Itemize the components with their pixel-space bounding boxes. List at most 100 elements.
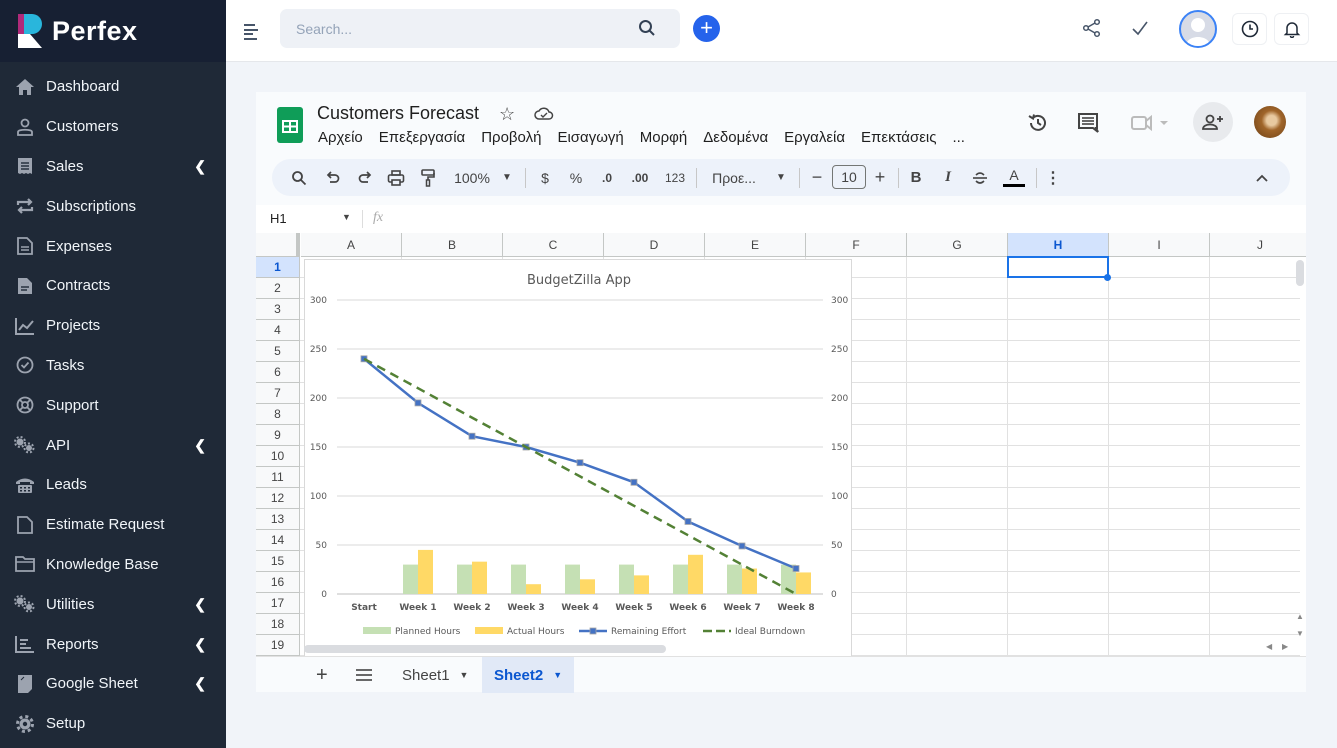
column-header-f[interactable]: F — [806, 233, 907, 257]
cell-grid[interactable]: A B C D E F G H I J 1 2 3 4 5 6 7 8 9 10 11 12 13 14 15 16 17 18 19 B… — [256, 233, 1306, 656]
print-icon[interactable] — [385, 159, 407, 196]
row-header[interactable]: 6 — [256, 362, 300, 383]
more-formats-button[interactable]: 123 — [663, 159, 687, 196]
scroll-up-icon[interactable]: ▲ — [1296, 612, 1304, 621]
sidebar-item-knowledge-base[interactable]: Knowledge Base — [0, 545, 226, 585]
sidebar-item-subscriptions[interactable]: Subscriptions — [0, 186, 226, 226]
font-dropdown-icon[interactable]: ▼ — [774, 159, 788, 196]
row-header[interactable]: 18 — [256, 614, 300, 635]
search-input[interactable] — [280, 9, 680, 48]
select-all-corner[interactable] — [256, 233, 300, 257]
column-header-c[interactable]: C — [503, 233, 604, 257]
share-icon[interactable] — [1082, 18, 1102, 38]
star-icon[interactable]: ☆ — [499, 104, 515, 125]
scroll-right-icon[interactable]: ▶ — [1282, 642, 1288, 651]
more-options-icon[interactable]: ⋮ — [1045, 159, 1061, 196]
row-header[interactable]: 9 — [256, 425, 300, 446]
sidebar-item-sales[interactable]: Sales ❮ — [0, 147, 226, 187]
search-menus-icon[interactable] — [288, 159, 310, 196]
user-avatar[interactable] — [1179, 10, 1217, 48]
sidebar-item-dashboard[interactable]: Dashboard — [0, 67, 226, 107]
row-header[interactable]: 5 — [256, 341, 300, 362]
undo-icon[interactable] — [322, 159, 344, 196]
share-button[interactable] — [1193, 102, 1233, 142]
meet-video-icon[interactable] — [1130, 112, 1172, 134]
menu-item[interactable]: Επεκτάσεις — [861, 129, 936, 146]
menu-item[interactable]: Αρχείο — [318, 129, 363, 146]
font-size-input[interactable]: 10 — [832, 165, 866, 189]
row-header[interactable]: 12 — [256, 488, 300, 509]
row-header[interactable]: 17 — [256, 593, 300, 614]
sheet-tab-dropdown-icon[interactable]: ▼ — [460, 670, 469, 680]
row-header[interactable]: 13 — [256, 509, 300, 530]
row-header[interactable]: 3 — [256, 299, 300, 320]
decrease-font-size-button[interactable]: − — [807, 159, 827, 196]
paint-format-icon[interactable] — [417, 159, 439, 196]
chevron-left-icon[interactable]: ❮ — [194, 675, 206, 692]
menu-item[interactable]: ... — [952, 129, 965, 146]
row-header[interactable]: 2 — [256, 278, 300, 299]
sidebar-item-api[interactable]: API ❮ — [0, 425, 226, 465]
column-header-e[interactable]: E — [705, 233, 806, 257]
chevron-left-icon[interactable]: ❮ — [194, 158, 206, 175]
menu-item[interactable]: Δεδομένα — [703, 129, 768, 146]
redo-icon[interactable] — [354, 159, 376, 196]
column-header-j[interactable]: J — [1210, 233, 1306, 257]
comments-icon[interactable] — [1077, 112, 1099, 134]
fill-handle[interactable] — [1104, 274, 1111, 281]
name-box[interactable]: H1 — [270, 211, 287, 226]
collapse-toolbar-icon[interactable] — [1252, 159, 1272, 196]
row-header[interactable]: 19 — [256, 635, 300, 656]
sidebar-item-contracts[interactable]: Contracts — [0, 266, 226, 306]
notifications-button[interactable] — [1274, 13, 1309, 45]
column-header-i[interactable]: I — [1109, 233, 1210, 257]
chevron-left-icon[interactable]: ❮ — [194, 596, 206, 613]
sidebar-item-expenses[interactable]: Expenses — [0, 226, 226, 266]
column-header-g[interactable]: G — [907, 233, 1008, 257]
sidebar-item-estimate-request[interactable]: Estimate Request — [0, 505, 226, 545]
menu-item[interactable]: Μορφή — [640, 129, 687, 146]
selected-cell-h1[interactable] — [1007, 256, 1109, 278]
all-sheets-button[interactable] — [344, 657, 384, 693]
sheet-tab-sheet1[interactable]: Sheet1 ▼ — [390, 657, 480, 693]
check-icon[interactable] — [1131, 18, 1149, 38]
increase-font-size-button[interactable]: + — [870, 159, 890, 196]
zoom-dropdown-icon[interactable]: ▼ — [500, 159, 514, 196]
strikethrough-icon[interactable] — [970, 159, 990, 196]
logo[interactable]: Perfex — [0, 0, 226, 62]
sheet-tab-sheet2[interactable]: Sheet2 ▼ — [482, 657, 575, 693]
column-header-h[interactable]: H — [1008, 233, 1109, 257]
row-header[interactable]: 11 — [256, 467, 300, 488]
sidebar-item-tasks[interactable]: Tasks — [0, 346, 226, 386]
column-header-a[interactable]: A — [301, 233, 402, 257]
italic-button[interactable]: I — [938, 159, 958, 196]
row-header[interactable]: 14 — [256, 530, 300, 551]
font-select[interactable]: Προε... — [708, 159, 760, 196]
row-header[interactable]: 7 — [256, 383, 300, 404]
currency-format-button[interactable]: $ — [536, 159, 554, 196]
vertical-scrollbar[interactable] — [1296, 260, 1304, 286]
bold-button[interactable]: B — [906, 159, 926, 196]
row-header[interactable]: 15 — [256, 551, 300, 572]
sidebar-item-utilities[interactable]: Utilities ❮ — [0, 584, 226, 624]
menu-item[interactable]: Επεξεργασία — [379, 129, 465, 146]
search-icon[interactable] — [638, 19, 656, 37]
scroll-left-icon[interactable]: ◀ — [1266, 642, 1272, 651]
sheet-tab-dropdown-icon[interactable]: ▼ — [553, 670, 562, 680]
chevron-left-icon[interactable]: ❮ — [194, 636, 206, 653]
formula-input[interactable] — [396, 205, 1296, 233]
scroll-down-icon[interactable]: ▼ — [1296, 629, 1304, 638]
decrease-decimal-button[interactable]: .0 — [597, 159, 617, 196]
menu-item[interactable]: Προβολή — [481, 129, 541, 146]
menu-item[interactable]: Εργαλεία — [784, 129, 845, 146]
quick-create-button[interactable]: + — [693, 15, 720, 42]
sidebar-item-google-sheet[interactable]: Google Sheet ❮ — [0, 664, 226, 704]
burndown-chart[interactable]: BudgetZilla App 0 0 50 50 100 100 150 150 200 200 2… — [304, 259, 852, 656]
cloud-saved-icon[interactable] — [534, 106, 554, 122]
sidebar-item-customers[interactable]: Customers — [0, 107, 226, 147]
row-header[interactable]: 10 — [256, 446, 300, 467]
row-header[interactable]: 16 — [256, 572, 300, 593]
version-history-icon[interactable] — [1027, 112, 1049, 134]
document-title[interactable]: Customers Forecast — [317, 103, 479, 124]
row-header[interactable]: 8 — [256, 404, 300, 425]
